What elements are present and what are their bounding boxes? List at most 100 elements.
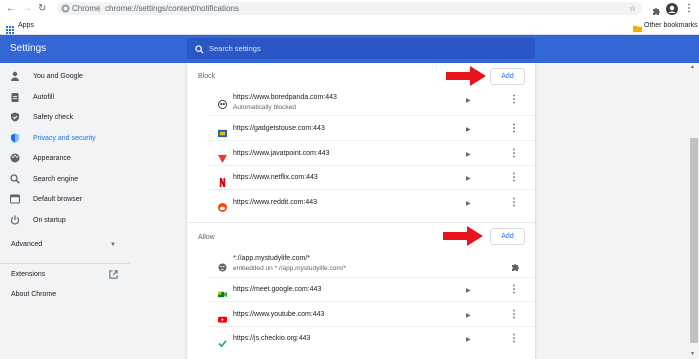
extensions-label: Extensions	[11, 271, 46, 278]
row-divider	[208, 140, 535, 141]
site-url: https://www.boredpanda.com:443	[233, 94, 337, 101]
row-divider	[208, 301, 535, 302]
allow-add-button[interactable]: Add	[490, 228, 525, 245]
more-actions-icon[interactable]: ⋮	[509, 94, 519, 105]
blocked-site-row[interactable]: https://www.boredpanda.com:443 Automatic…	[187, 88, 535, 116]
sidebar-item-label: You and Google	[33, 73, 83, 80]
site-url: https://js.checkio.org:443	[233, 335, 311, 342]
bookmarks-bar: Apps Other bookmarks	[0, 17, 699, 35]
sidebar-item-you-and-google[interactable]: You and Google	[0, 68, 130, 86]
sidebar-item-search-engine[interactable]: Search engine	[0, 171, 130, 189]
chevron-right-icon[interactable]: ▶	[466, 312, 471, 319]
clipboard-icon	[10, 92, 21, 103]
scrollbar-thumb[interactable]	[690, 138, 698, 343]
blocked-site-row[interactable]: https://gadgetstouse.com:443 ▶ ⋮	[187, 117, 535, 141]
sidebar-item-default-browser[interactable]: Default browser	[0, 191, 130, 209]
open-in-new-icon	[109, 270, 118, 281]
netflix-icon	[218, 174, 227, 187]
sidebar-item-appearance[interactable]: Appearance	[0, 150, 130, 168]
chevron-right-icon[interactable]: ▶	[466, 200, 471, 207]
site-url: https://www.netflix.com:443	[233, 174, 318, 181]
search-icon	[195, 41, 209, 55]
more-actions-icon[interactable]: ⋮	[509, 333, 519, 344]
chevron-right-icon[interactable]: ▶	[466, 126, 471, 133]
sidebar-item-label: Search engine	[33, 176, 79, 183]
browser-brand: Chrome	[72, 4, 101, 13]
apps-link[interactable]: Apps	[18, 17, 34, 34]
blocked-site-row[interactable]: https://www.javatpoint.com:443 ▶ ⋮	[187, 142, 535, 166]
about-label: About Chrome	[11, 291, 57, 298]
site-url: https://www.youtube.com:443	[233, 311, 325, 318]
power-icon	[10, 215, 21, 226]
more-actions-icon[interactable]: ⋮	[509, 284, 519, 295]
gadgetstouse-icon	[218, 125, 227, 138]
annotation-arrow-icon	[443, 226, 483, 246]
row-divider	[208, 189, 535, 190]
more-actions-icon[interactable]: ⋮	[509, 197, 519, 208]
forward-icon[interactable]: →	[22, 0, 32, 17]
other-bookmarks-link[interactable]: Other bookmarks	[644, 17, 698, 34]
chevron-down-icon: ▼	[110, 242, 116, 248]
allowed-site-row[interactable]: *://app.mystudylife.com/* embedded on *:…	[187, 250, 535, 278]
sidebar-item-about-chrome[interactable]: About Chrome	[0, 286, 130, 304]
sidebar-item-label: Appearance	[33, 155, 71, 162]
shield-check-icon	[10, 112, 21, 123]
blocked-site-row[interactable]: https://www.reddit.com:443 ▶ ⋮	[187, 191, 535, 215]
scroll-up-icon[interactable]: ▲	[690, 64, 695, 70]
advanced-label: Advanced	[11, 241, 43, 248]
blocked-site-row[interactable]: https://www.netflix.com:443 ▶ ⋮	[187, 166, 535, 190]
shield-icon	[10, 133, 21, 144]
chevron-right-icon[interactable]: ▶	[466, 151, 471, 158]
sidebar-item-safety-check[interactable]: Safety check	[0, 109, 130, 127]
browser-toolbar: ← → ↻ Chrome | chrome://settings/content…	[0, 0, 699, 17]
back-icon[interactable]: ←	[6, 0, 16, 17]
settings-header: Settings Search settings	[0, 35, 699, 63]
more-actions-icon[interactable]: ⋮	[509, 148, 519, 159]
search-input[interactable]: Search settings	[187, 38, 535, 59]
boredpanda-icon	[218, 96, 227, 109]
youtube-icon	[218, 311, 227, 323]
allowed-site-row[interactable]: https://www.youtube.com:443 ▶ ⋮	[187, 303, 535, 327]
sidebar-item-label: Autofill	[33, 94, 55, 101]
site-url: https://www.javatpoint.com:443	[233, 150, 330, 157]
block-section-label: Block	[198, 73, 216, 80]
block-add-button[interactable]: Add	[490, 68, 525, 85]
allowed-site-row[interactable]: https://meet.google.com:443 ▶ ⋮	[187, 278, 535, 302]
sidebar-item-extensions[interactable]: Extensions	[0, 266, 130, 284]
page-title: Settings	[10, 43, 47, 54]
sidebar-item-label: Safety check	[33, 114, 74, 121]
site-url: https://www.reddit.com:443	[233, 199, 318, 206]
more-actions-icon[interactable]: ⋮	[509, 309, 519, 320]
site-url: *://app.mystudylife.com/*	[233, 255, 311, 262]
sidebar-item-privacy-and-security[interactable]: Privacy and security	[0, 130, 130, 148]
annotation-arrow-icon	[446, 66, 486, 86]
extension-puzzle-icon	[510, 259, 520, 277]
person-icon	[10, 71, 21, 82]
omnibox-divider: |	[98, 4, 101, 13]
sidebar-item-label: Default browser	[33, 196, 83, 203]
row-divider	[208, 115, 535, 116]
reddit-icon	[218, 199, 227, 212]
bookmark-star-icon[interactable]: ☆	[629, 2, 636, 15]
chevron-right-icon[interactable]: ▶	[466, 97, 471, 104]
sidebar: You and Google Autofill Safety check Pri…	[0, 63, 130, 359]
notifications-settings-card: Block Add https://www.boredpanda.com:443…	[187, 63, 535, 359]
sidebar-item-label: Privacy and security	[33, 135, 96, 142]
chevron-right-icon[interactable]: ▶	[466, 175, 471, 182]
scroll-down-icon[interactable]: ▼	[690, 351, 695, 357]
more-actions-icon[interactable]: ⋮	[509, 172, 519, 183]
javatpoint-icon	[218, 150, 227, 163]
sidebar-item-advanced[interactable]: Advanced ▼	[0, 236, 130, 254]
sidebar-item-autofill[interactable]: Autofill	[0, 89, 130, 107]
sidebar-item-label: On startup	[33, 217, 66, 224]
site-url: https://meet.google.com:443	[233, 286, 322, 293]
sidebar-item-on-startup[interactable]: On startup	[0, 212, 130, 230]
chevron-right-icon[interactable]: ▶	[466, 336, 471, 343]
browser-menu-icon[interactable]: ⋮	[684, 0, 694, 17]
search-icon	[10, 174, 21, 185]
chevron-right-icon[interactable]: ▶	[466, 287, 471, 294]
address-bar[interactable]: Chrome | chrome://settings/content/notif…	[57, 2, 642, 15]
more-actions-icon[interactable]: ⋮	[509, 123, 519, 134]
reload-icon[interactable]: ↻	[38, 0, 46, 17]
allowed-site-row[interactable]: https://js.checkio.org:443 ▶ ⋮	[187, 327, 535, 351]
